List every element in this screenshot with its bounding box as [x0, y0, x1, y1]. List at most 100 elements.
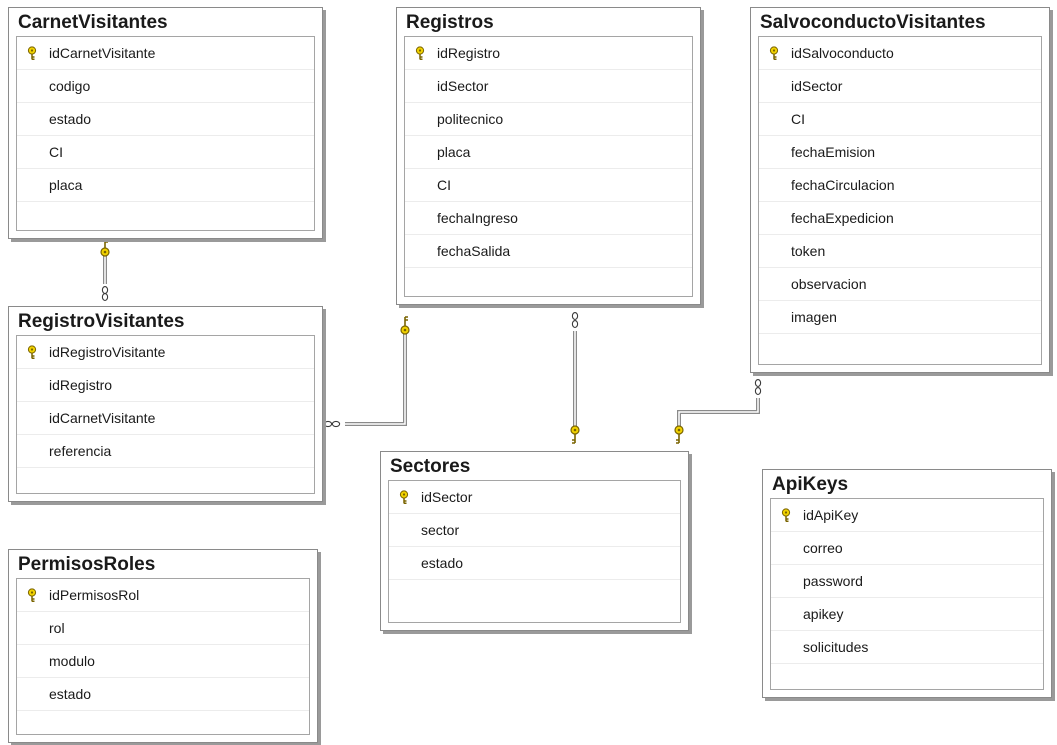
column-name: estado	[421, 555, 464, 571]
primary-key-icon	[25, 46, 39, 60]
column-row[interactable]: idSector	[405, 70, 692, 103]
key-end-icon	[674, 425, 684, 444]
column-row[interactable]: idPermisosRol	[17, 579, 309, 612]
column-name: placa	[437, 144, 471, 160]
table-title: PermisosRoles	[18, 554, 156, 575]
column-name: CI	[49, 144, 63, 160]
column-name: idCarnetVisitante	[49, 45, 156, 61]
table-registros[interactable]: Registros idRegistro idSector politecnic…	[396, 7, 701, 305]
column-name: idRegistro	[49, 377, 113, 393]
table-sectores[interactable]: Sectores idSector sector estado	[380, 451, 689, 631]
column-row[interactable]: CI	[759, 103, 1041, 136]
many-end-icon	[754, 379, 762, 395]
column-name: CI	[791, 111, 805, 127]
column-row[interactable]: referencia	[17, 435, 314, 468]
column-name: idSector	[437, 78, 489, 94]
column-row[interactable]: CI	[17, 136, 314, 169]
key-end-icon	[570, 425, 580, 444]
column-name: observacion	[791, 276, 867, 292]
column-row[interactable]: fechaEmision	[759, 136, 1041, 169]
many-end-icon	[101, 286, 109, 301]
column-name: fechaEmision	[791, 144, 876, 160]
column-name: sector	[421, 522, 460, 538]
column-name: idCarnetVisitante	[49, 410, 156, 426]
column-row[interactable]: idSalvoconducto	[759, 37, 1041, 70]
column-row[interactable]: codigo	[17, 70, 314, 103]
table-salvoconductovisitantes[interactable]: SalvoconductoVisitantes idSalvoconducto …	[750, 7, 1050, 373]
column-row[interactable]: modulo	[17, 645, 309, 678]
primary-key-icon	[413, 46, 427, 60]
column-name: estado	[49, 111, 92, 127]
column-row[interactable]: idRegistro	[17, 369, 314, 402]
table-columns: idRegistroVisitante idRegistro idCarnetV…	[16, 335, 315, 494]
column-row[interactable]: idCarnetVisitante	[17, 37, 314, 70]
column-name: fechaExpedicion	[791, 210, 894, 226]
column-name: idPermisosRol	[49, 587, 140, 603]
column-row[interactable]: rol	[17, 612, 309, 645]
column-name: fechaCirculacion	[791, 177, 895, 193]
table-columns: idSector sector estado	[388, 480, 681, 623]
primary-key-icon	[767, 46, 781, 60]
table-title: SalvoconductoVisitantes	[760, 12, 986, 33]
column-row[interactable]: fechaIngreso	[405, 202, 692, 235]
column-row[interactable]: idRegistroVisitante	[17, 336, 314, 369]
column-name: correo	[803, 540, 843, 556]
key-end-icon	[100, 238, 110, 257]
column-name: codigo	[49, 78, 91, 94]
primary-key-icon	[397, 490, 411, 504]
table-columns: idApiKey correo password apikey solicitu…	[770, 498, 1044, 690]
table-title: ApiKeys	[772, 474, 849, 495]
column-name: CI	[437, 177, 451, 193]
column-row[interactable]: placa	[17, 169, 314, 202]
column-name: idSalvoconducto	[791, 45, 894, 61]
many-end-icon	[571, 312, 579, 328]
table-registrovisitantes[interactable]: RegistroVisitantes idRegistroVisitante i…	[8, 306, 323, 502]
table-apikeys[interactable]: ApiKeys idApiKey correo password apikey …	[762, 469, 1052, 698]
column-row[interactable]: estado	[17, 678, 309, 711]
column-row[interactable]: fechaCirculacion	[759, 169, 1041, 202]
column-name: placa	[49, 177, 83, 193]
primary-key-icon	[779, 508, 793, 522]
column-row[interactable]: correo	[771, 532, 1043, 565]
table-title: RegistroVisitantes	[18, 311, 185, 332]
table-columns: idPermisosRol rol modulo estado	[16, 578, 310, 735]
column-row[interactable]: CI	[405, 169, 692, 202]
column-name: imagen	[791, 309, 837, 325]
column-row[interactable]: solicitudes	[771, 631, 1043, 664]
column-name: idRegistro	[437, 45, 501, 61]
column-row[interactable]: politecnico	[405, 103, 692, 136]
column-name: idRegistroVisitante	[49, 344, 166, 360]
table-title: Registros	[406, 12, 494, 33]
column-name: referencia	[49, 443, 112, 459]
column-row[interactable]: estado	[17, 103, 314, 136]
relationship-registros-registrovisitantes[interactable]	[345, 332, 407, 426]
column-name: estado	[49, 686, 92, 702]
column-row[interactable]: idCarnetVisitante	[17, 402, 314, 435]
column-row[interactable]: idSector	[389, 481, 680, 514]
column-name: fechaIngreso	[437, 210, 518, 226]
column-row[interactable]: idApiKey	[771, 499, 1043, 532]
column-name: fechaSalida	[437, 243, 511, 259]
primary-key-icon	[25, 345, 39, 359]
column-row[interactable]: placa	[405, 136, 692, 169]
table-columns: idRegistro idSector politecnico placa CI…	[404, 36, 693, 297]
column-row[interactable]: estado	[389, 547, 680, 580]
column-row[interactable]: idSector	[759, 70, 1041, 103]
relationship-sectores-salvoconducto[interactable]	[677, 398, 760, 428]
column-row[interactable]: sector	[389, 514, 680, 547]
column-row[interactable]: fechaSalida	[405, 235, 692, 268]
column-row[interactable]: password	[771, 565, 1043, 598]
table-title: Sectores	[390, 456, 471, 477]
column-row[interactable]: imagen	[759, 301, 1041, 334]
column-name: rol	[49, 620, 65, 636]
column-row[interactable]: fechaExpedicion	[759, 202, 1041, 235]
table-permisosroles[interactable]: PermisosRoles idPermisosRol rol modulo e…	[8, 549, 318, 743]
table-carnetvisitantes[interactable]: CarnetVisitantes idCarnetVisitante codig…	[8, 7, 323, 239]
column-row[interactable]: token	[759, 235, 1041, 268]
column-row[interactable]: observacion	[759, 268, 1041, 301]
column-row[interactable]: idRegistro	[405, 37, 692, 70]
column-name: apikey	[803, 606, 844, 622]
column-name: password	[803, 573, 863, 589]
column-row[interactable]: apikey	[771, 598, 1043, 631]
column-name: idSector	[791, 78, 843, 94]
